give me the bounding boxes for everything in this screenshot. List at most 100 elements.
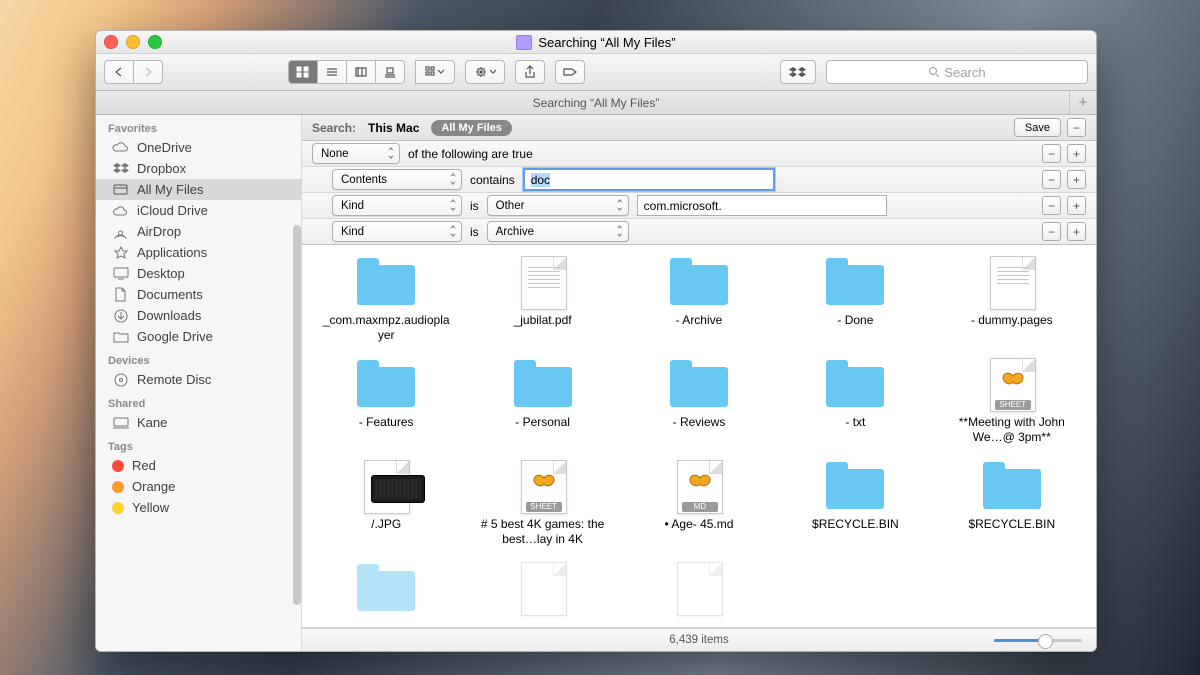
file-item[interactable]: - Features xyxy=(312,361,460,445)
file-item[interactable]: - txt xyxy=(781,361,929,445)
back-button[interactable] xyxy=(104,60,133,84)
md-badge: MD xyxy=(682,502,718,512)
rule-remove-button[interactable]: − xyxy=(1042,144,1061,163)
share-button[interactable] xyxy=(515,60,545,84)
icon-view-button[interactable] xyxy=(288,60,317,84)
jpg-icon xyxy=(364,460,410,514)
close-window-button[interactable] xyxy=(104,35,118,49)
sidebar-tag-yellow[interactable]: Yellow xyxy=(96,497,301,518)
folder-icon xyxy=(670,367,728,407)
rule-add-button[interactable]: + xyxy=(1067,196,1086,215)
save-search-button[interactable]: Save xyxy=(1014,118,1061,137)
action-button[interactable] xyxy=(465,60,505,84)
sidebar-item-applications[interactable]: Applications xyxy=(96,242,301,263)
all-my-files-icon xyxy=(112,182,129,197)
rule-value-input[interactable]: com.microsoft. xyxy=(637,195,887,216)
search-placeholder: Search xyxy=(944,65,985,80)
minimize-window-button[interactable] xyxy=(126,35,140,49)
coverflow-view-button[interactable] xyxy=(375,60,405,84)
file-item[interactable]: - Reviews xyxy=(625,361,773,445)
icon-size-slider[interactable] xyxy=(994,634,1082,646)
scope-all-my-files[interactable]: All My Files xyxy=(431,120,512,136)
file-item[interactable]: - Archive xyxy=(625,259,773,343)
tab-title[interactable]: Searching “All My Files” xyxy=(533,96,660,110)
file-item[interactable]: $RECYCLE.BIN xyxy=(938,463,1086,547)
file-item[interactable]: $RECYCLE.BIN xyxy=(781,463,929,547)
sidebar-item-all-my-files[interactable]: All My Files xyxy=(96,179,301,200)
results-area[interactable]: _com.maxmpz.audioplayer _jubilat.pdf - A… xyxy=(302,245,1096,628)
sidebar-label: Orange xyxy=(132,479,175,494)
remove-criteria-button[interactable]: − xyxy=(1067,118,1086,137)
status-bar: 6,439 items xyxy=(302,628,1096,651)
folder-icon xyxy=(826,469,884,509)
sidebar-item-desktop[interactable]: Desktop xyxy=(96,263,301,284)
sidebar-item-google-drive[interactable]: Google Drive xyxy=(96,326,301,347)
file-item[interactable]: _jubilat.pdf xyxy=(468,259,616,343)
file-item[interactable]: - dummy.pages xyxy=(938,259,1086,343)
sidebar-item-dropbox[interactable]: Dropbox xyxy=(96,158,301,179)
forward-button[interactable] xyxy=(133,60,163,84)
sidebar-item-kane[interactable]: Kane xyxy=(96,412,301,433)
rule-kind-select[interactable]: Other xyxy=(487,195,629,216)
scope-this-mac[interactable]: This Mac xyxy=(368,121,419,135)
zoom-window-button[interactable] xyxy=(148,35,162,49)
rule-row-3: Kind is Archive −+ xyxy=(302,219,1096,245)
file-name: $RECYCLE.BIN xyxy=(968,517,1055,532)
list-view-button[interactable] xyxy=(317,60,346,84)
traffic-lights xyxy=(104,35,162,49)
rule-remove-button[interactable]: − xyxy=(1042,170,1061,189)
desktop-icon xyxy=(112,266,129,281)
rule-add-button[interactable]: + xyxy=(1067,222,1086,241)
rule-remove-button[interactable]: − xyxy=(1042,222,1061,241)
tags-button[interactable] xyxy=(555,60,585,84)
rule-remove-button[interactable]: − xyxy=(1042,196,1061,215)
rule-attr-select[interactable]: Kind xyxy=(332,221,462,242)
sidebar-item-documents[interactable]: Documents xyxy=(96,284,301,305)
rule-row-1: Contents contains doc −+ xyxy=(302,167,1096,193)
tag-orange-icon xyxy=(112,481,124,493)
dropbox-icon xyxy=(112,161,129,176)
sidebar-tag-orange[interactable]: Orange xyxy=(96,476,301,497)
file-item[interactable]: _com.maxmpz.audioplayer xyxy=(312,259,460,343)
file-item[interactable]: - Done xyxy=(781,259,929,343)
markdown-icon: MD xyxy=(677,460,723,514)
rule-add-button[interactable]: + xyxy=(1067,144,1086,163)
rule-attr-select[interactable]: Kind xyxy=(332,195,462,216)
file-name: /.JPG xyxy=(371,517,401,532)
file-item[interactable] xyxy=(468,565,616,613)
sidebar-item-remote-disc[interactable]: Remote Disc xyxy=(96,369,301,390)
rule-kind-select[interactable]: Archive xyxy=(487,221,629,242)
sheet-icon: SHEET xyxy=(990,358,1036,412)
file-item[interactable]: - Personal xyxy=(468,361,616,445)
file-item[interactable]: /.JPG xyxy=(312,463,460,547)
rule-attr-select[interactable]: Contents xyxy=(332,169,462,190)
file-item[interactable]: MD• Age- 45.md xyxy=(625,463,773,547)
file-item[interactable] xyxy=(625,565,773,613)
sidebar-scrollbar[interactable] xyxy=(293,225,301,605)
arrange-button[interactable] xyxy=(415,60,455,84)
sidebar-label: Applications xyxy=(137,245,207,260)
rule-value-text: doc xyxy=(531,173,550,187)
file-name: - Personal xyxy=(515,415,570,430)
sidebar-item-onedrive[interactable]: OneDrive xyxy=(96,137,301,158)
folder-icon xyxy=(112,329,129,344)
file-name: - Archive xyxy=(676,313,723,328)
new-tab-button[interactable]: + xyxy=(1069,91,1096,114)
sidebar-item-icloud-drive[interactable]: iCloud Drive xyxy=(96,200,301,221)
rule-any-none-select[interactable]: None xyxy=(312,143,400,164)
file-item[interactable]: SHEET**Meeting with John We…@ 3pm** xyxy=(938,361,1086,445)
file-item[interactable] xyxy=(312,565,460,613)
dropbox-toolbar-button[interactable] xyxy=(780,60,816,84)
file-item[interactable]: SHEET# 5 best 4K games: the best…lay in … xyxy=(468,463,616,547)
folder-icon xyxy=(670,265,728,305)
search-icon xyxy=(928,66,940,78)
search-field[interactable]: Search xyxy=(826,60,1088,84)
sidebar-tag-red[interactable]: Red xyxy=(96,455,301,476)
rule-value-input[interactable]: doc xyxy=(523,168,775,191)
sidebar-item-downloads[interactable]: Downloads xyxy=(96,305,301,326)
column-view-button[interactable] xyxy=(346,60,375,84)
rule-add-button[interactable]: + xyxy=(1067,170,1086,189)
nav-buttons xyxy=(104,60,163,84)
sidebar-item-airdrop[interactable]: AirDrop xyxy=(96,221,301,242)
folder-icon xyxy=(826,265,884,305)
